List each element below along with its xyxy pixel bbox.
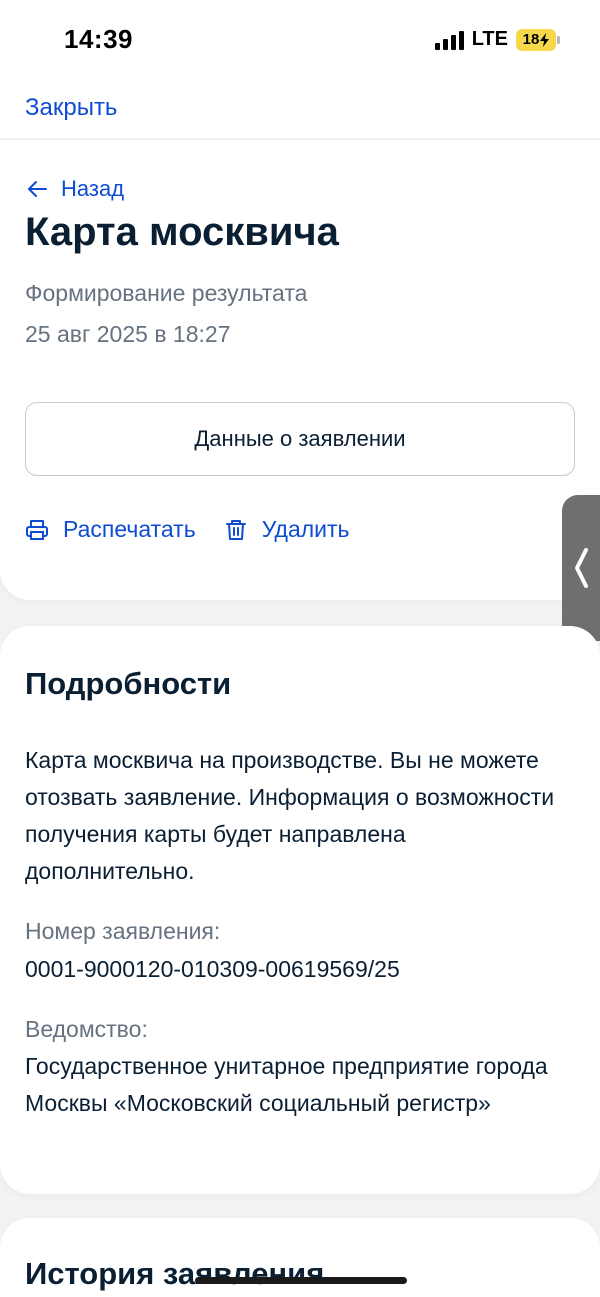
status-indicators: LTE 18 — [434, 28, 560, 51]
page-title: Карта москвича — [25, 210, 339, 254]
status-time: 14:39 — [64, 24, 133, 54]
charging-bolt-icon — [540, 32, 550, 47]
home-indicator — [195, 1277, 407, 1284]
application-data-button[interactable]: Данные о заявлении — [25, 402, 575, 476]
application-number: 0001-9000120-010309-00619569/25 — [25, 956, 400, 982]
print-label: Распечатать — [63, 516, 196, 542]
application-date: 25 авг 2025 в 18:27 — [25, 321, 231, 347]
top-header: Закрыть — [0, 80, 600, 138]
trash-icon — [225, 519, 246, 540]
battery-level: 18 — [522, 31, 540, 48]
department-name: Государственное унитарное предприятие го… — [25, 1053, 548, 1116]
application-status: Формирование результата — [25, 280, 308, 306]
arrow-left-icon — [28, 181, 47, 197]
back-link[interactable]: Назад — [25, 176, 124, 202]
status-bar: 14:39 LTE 18 — [0, 0, 600, 80]
print-button[interactable]: Распечатать — [25, 516, 196, 543]
history-card: История заявления — [0, 1218, 600, 1297]
signal-icon — [434, 30, 464, 50]
chevron-left-icon — [575, 548, 588, 588]
history-title: История заявления — [25, 1256, 325, 1291]
screen: 14:39 LTE 18 Закрыть Назад Карта москвич… — [0, 0, 600, 1297]
delete-button[interactable]: Удалить — [224, 516, 350, 543]
battery-icon: 18 — [516, 28, 560, 51]
details-description: Карта москвича на производстве. Вы не мо… — [25, 747, 555, 884]
printer-icon — [26, 519, 48, 540]
back-label: Назад — [61, 176, 125, 201]
close-link[interactable]: Закрыть — [25, 94, 117, 122]
details-card: Подробности Карта москвича на производст… — [0, 626, 600, 1194]
side-panel-handle[interactable] — [562, 495, 600, 641]
application-number-label: Номер заявления: — [25, 918, 221, 944]
actions-row: Распечатать Удалить — [25, 516, 350, 543]
network-label: LTE — [471, 28, 508, 50]
department-label: Ведомство: — [25, 1016, 148, 1042]
details-title: Подробности — [25, 666, 232, 701]
delete-label: Удалить — [261, 516, 350, 542]
application-summary-card: Назад Карта москвича Формирование резуль… — [0, 140, 600, 600]
